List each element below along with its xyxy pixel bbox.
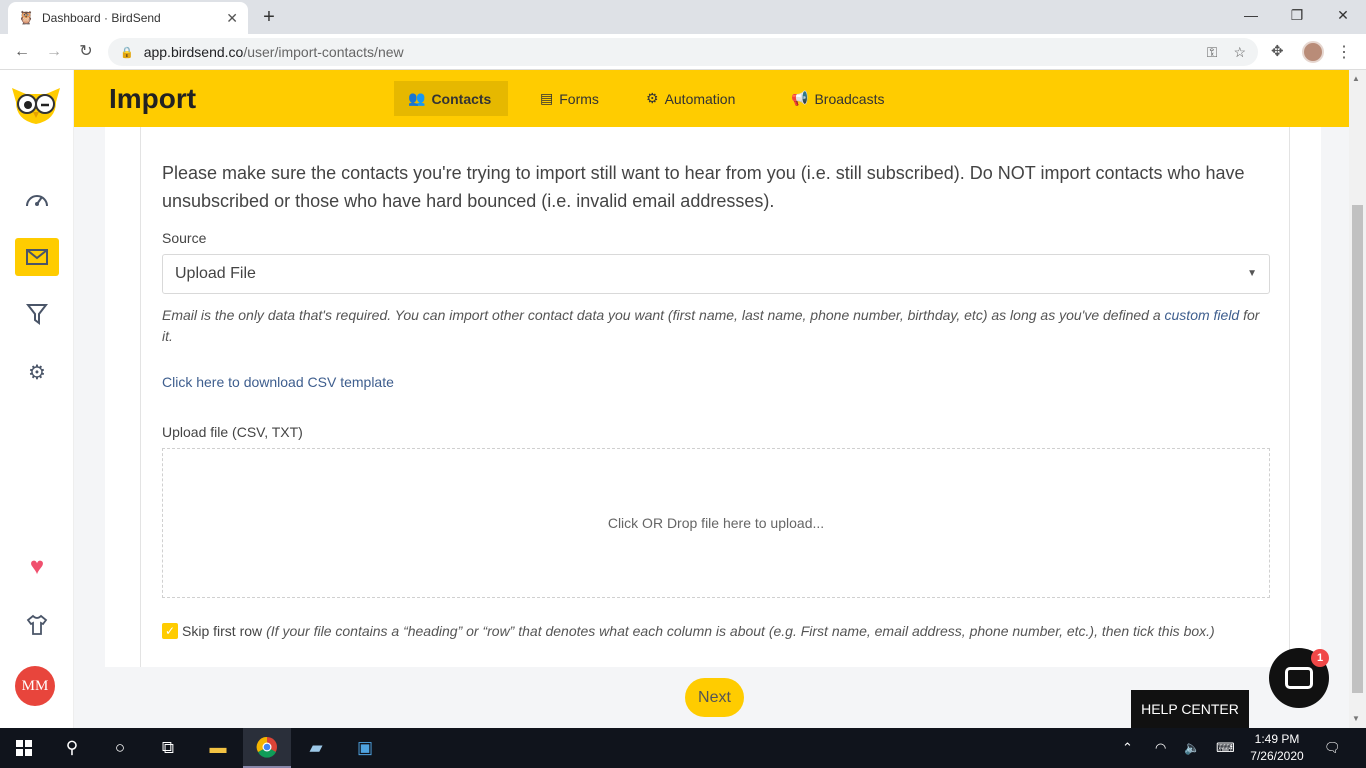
source-label: Source [162,230,207,246]
chat-badge: 1 [1311,649,1329,667]
extensions-icon[interactable]: ✥ [1271,42,1284,60]
users-icon: 👥 [408,90,426,106]
nav-contacts[interactable]: 👥 Contacts [394,81,508,116]
skip-first-row: ✓ Skip first row (If your file contains … [162,623,1215,639]
search-icon[interactable]: ⚲ [48,728,96,768]
import-warning: Please make sure the contacts you're try… [162,163,1245,211]
settings-icon[interactable]: ⚙ [15,353,59,391]
tab-title: Dashboard · BirdSend [42,11,161,25]
chat-icon [1285,667,1313,689]
browser-toolbar: ← → ↻ 🔒 app.birdsend.co/user/import-cont… [0,34,1366,70]
close-tab-icon[interactable]: ✕ [226,10,238,27]
keyboard-icon[interactable]: ⌨ [1216,740,1235,756]
scroll-down-icon[interactable]: ▼ [1352,714,1360,723]
back-icon[interactable]: ← [10,40,34,64]
megaphone-icon: 📢 [791,90,809,106]
nav-forms-label: Forms [559,90,599,107]
address-bar[interactable]: 🔒 app.birdsend.co/user/import-contacts/n… [108,38,1258,66]
next-button[interactable]: Next [685,678,744,717]
chat-launcher[interactable]: 1 [1269,648,1329,708]
close-window-icon[interactable]: ✕ [1320,0,1366,30]
nav-automation-label: Automation [664,90,736,107]
dropzone-text: Click OR Drop file here to upload... [607,515,825,531]
cogs-icon: ⚙ [646,90,659,106]
system-clock[interactable]: 1:49 PM 7/26/2020 [1242,731,1312,765]
bookmark-star-icon[interactable]: ☆ [1233,44,1246,61]
clock-time: 1:49 PM [1254,732,1300,746]
file-explorer-icon[interactable]: ▬ [194,728,242,768]
profile-avatar[interactable] [1302,41,1324,63]
url-path: /user/import-contacts/new [243,44,404,60]
restore-icon[interactable]: ❐ [1274,0,1320,30]
task-view-icon[interactable]: ⧉ [144,728,192,768]
app-header: Import 👥 Contacts ▤ Forms ⚙ Automation 📢… [74,70,1349,127]
birdsend-logo[interactable] [8,82,64,126]
heart-icon[interactable]: ♥ [15,548,59,586]
key-icon[interactable]: ⚿ [1207,44,1218,61]
scroll-thumb[interactable] [1352,205,1363,693]
browser-tabbar: 🦉 Dashboard · BirdSend ✕ + — ❐ ✕ [0,0,1366,34]
clock-date: 7/26/2020 [1250,749,1304,763]
reload-icon[interactable]: ↻ [74,40,98,64]
birdsend-favicon: 🦉 [18,10,35,25]
forward-icon[interactable]: → [42,40,66,64]
skip-first-row-label[interactable]: Skip first row [182,623,262,639]
windows-start-icon[interactable] [0,728,48,768]
wifi-icon[interactable]: ◠ [1155,740,1166,756]
help-center-button[interactable]: HELP CENTER [1131,690,1249,728]
mail-icon[interactable] [15,238,59,276]
volume-icon[interactable]: 🔈 [1184,740,1200,756]
gauge-icon[interactable] [15,180,59,218]
filter-icon[interactable] [15,295,59,333]
nav-broadcasts-label: Broadcasts [814,90,885,107]
source-value: Upload File [175,265,256,282]
download-csv-template-link[interactable]: Click here to download CSV template [162,374,394,390]
tray-chevron-icon[interactable]: ⌃ [1122,740,1133,756]
notepad-icon[interactable]: ▰ [292,728,340,768]
cortana-icon[interactable]: ○ [96,728,144,768]
nav-broadcasts[interactable]: 📢 Broadcasts [777,81,898,116]
import-card: Please make sure the contacts you're try… [105,127,1321,667]
page-title: Import [109,83,197,114]
source-select[interactable]: Upload File ▼ [162,254,1270,294]
app-sidebar: ⚙ ♥ MM [0,70,74,728]
new-tab-button[interactable]: + [256,5,282,31]
notifications-icon[interactable]: 🗨 [1324,740,1341,756]
shirt-icon[interactable] [15,606,59,644]
import-form: Please make sure the contacts you're try… [140,127,1290,667]
nav-forms[interactable]: ▤ Forms [526,81,613,116]
page-scrollbar[interactable]: ▲ ▼ [1349,70,1366,728]
browser-tab[interactable]: 🦉 Dashboard · BirdSend ✕ [8,2,248,34]
browser-menu-icon[interactable]: ⋮ [1336,42,1352,62]
windows-taskbar: ⚲ ○ ⧉ ▬ ▰ ▣ ⌃ ◠ 🔈 ⌨ 1:49 PM 7/26/2020 🗨 [0,728,1366,768]
hint-text: Email is the only data that's required. … [162,307,1165,323]
upload-label: Upload file (CSV, TXT) [162,424,303,440]
lock-icon: 🔒 [120,46,134,59]
nav-automation[interactable]: ⚙ Automation [632,81,749,116]
url-host: app.birdsend.co [143,44,244,60]
avatar[interactable]: MM [15,666,55,706]
import-hint: Email is the only data that's required. … [162,305,1270,347]
minimize-icon[interactable]: — [1228,0,1274,30]
file-dropzone[interactable]: Click OR Drop file here to upload... [162,448,1270,598]
custom-field-link[interactable]: custom field [1165,307,1240,323]
nav-contacts-label: Contacts [431,90,492,107]
skip-first-row-checkbox[interactable]: ✓ [162,623,178,639]
photos-icon[interactable]: ▣ [341,728,389,768]
scroll-up-icon[interactable]: ▲ [1352,74,1360,83]
form-icon: ▤ [540,90,554,106]
chevron-down-icon: ▼ [1247,268,1257,279]
chrome-icon[interactable] [243,728,291,768]
skip-first-row-note: (If your file contains a “heading” or “r… [266,623,1215,639]
